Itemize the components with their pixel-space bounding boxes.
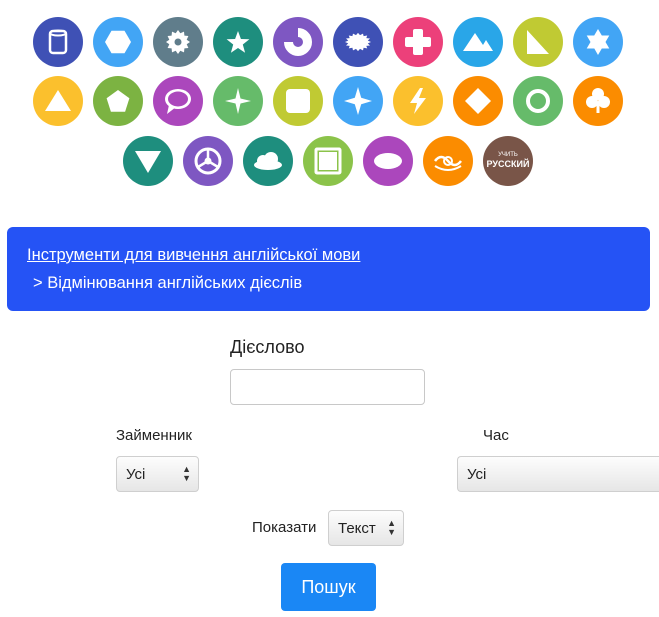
hexagon-icon[interactable] — [93, 17, 143, 67]
pentagon-icon[interactable] — [93, 76, 143, 126]
ring-icon[interactable] — [513, 76, 563, 126]
pronoun-label: Займенник — [116, 427, 192, 444]
verb-input[interactable] — [230, 369, 425, 405]
seal-icon[interactable] — [333, 17, 383, 67]
breadcrumb-link-english-tools[interactable]: Інструменти для вивчення англійської мов… — [27, 246, 360, 265]
show-label: Показати — [252, 519, 317, 536]
select-arrows-icon: ▲ ▼ — [182, 464, 191, 483]
ellipse-icon[interactable] — [363, 136, 413, 186]
rounded-square-icon[interactable] — [273, 76, 323, 126]
show-select-value: Текст — [338, 520, 376, 537]
speech-bubble-icon[interactable] — [153, 76, 203, 126]
gear-icon[interactable] — [153, 17, 203, 67]
icon-row — [0, 76, 659, 128]
icon-row — [0, 17, 659, 69]
square-icon[interactable] — [303, 136, 353, 186]
hexagram-icon[interactable] — [573, 17, 623, 67]
tense-label: Час — [483, 427, 509, 444]
right-triangle-icon[interactable] — [513, 17, 563, 67]
svg-text:РУССКИЙ: РУССКИЙ — [487, 158, 530, 169]
svg-text:УЧИТЬ: УЧИТЬ — [498, 152, 518, 158]
down-triangle-icon[interactable] — [123, 136, 173, 186]
lightning-icon[interactable] — [393, 76, 443, 126]
select-arrows-icon: ▲ ▼ — [387, 518, 396, 537]
icon-row: УЧИТЬ РУССКИЙ — [0, 136, 659, 188]
club-icon[interactable] — [573, 76, 623, 126]
star-icon[interactable] — [213, 17, 263, 67]
show-select[interactable]: Текст ▲ ▼ — [328, 510, 404, 546]
pie-icon[interactable] — [273, 17, 323, 67]
cloud-icon[interactable] — [243, 136, 293, 186]
four-point-star-icon[interactable] — [333, 76, 383, 126]
triangle-icon[interactable] — [33, 76, 83, 126]
pronoun-select-value: Усі — [126, 466, 146, 483]
tense-select-value: Усі — [467, 466, 487, 483]
steering-wheel-icon[interactable] — [183, 136, 233, 186]
tense-select[interactable]: Усі — [457, 456, 659, 492]
learn-russian-logo-icon[interactable]: УЧИТЬ РУССКИЙ — [483, 136, 533, 186]
breadcrumb-banner: Інструменти для вивчення англійської мов… — [7, 227, 650, 311]
plus-icon[interactable] — [393, 17, 443, 67]
sparkle-icon[interactable] — [213, 76, 263, 126]
mountain-icon[interactable] — [453, 17, 503, 67]
verb-label: Дієслово — [230, 337, 305, 357]
breadcrumb-current-page: > Відмінювання англійських дієслів — [33, 274, 303, 292]
cylinder-icon[interactable] — [33, 17, 83, 67]
diamond-icon[interactable] — [453, 76, 503, 126]
search-button[interactable]: Пошук — [281, 563, 376, 611]
pronoun-select[interactable]: Усі ▲ ▼ — [116, 456, 199, 492]
swirl-icon[interactable] — [423, 136, 473, 186]
